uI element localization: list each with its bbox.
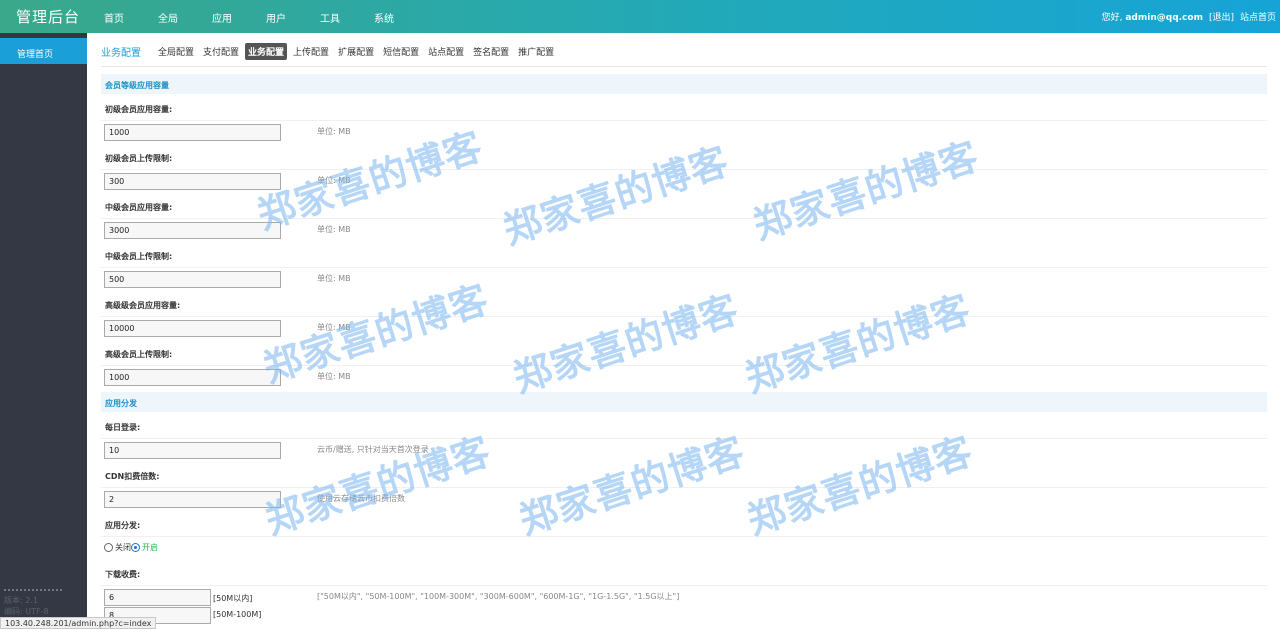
sidebar-divider [4, 589, 62, 591]
tab-site[interactable]: 站点配置 [425, 43, 467, 60]
row-divider [101, 536, 1267, 537]
greeting: 您好, [1101, 13, 1123, 23]
row-divider [101, 120, 1267, 121]
top-bar: 管理后台 首页 全局 应用 用户 工具 系统 您好, admin@qq.com … [0, 0, 1280, 33]
download-fee-input-1[interactable] [104, 589, 211, 606]
tab-divider [101, 66, 1267, 67]
field-hint: 单位: MB [317, 274, 351, 283]
username: admin@qq.com [1125, 13, 1203, 23]
field-label: 中级会员上传限制: [105, 252, 173, 261]
row-divider [101, 267, 1267, 268]
app-logo[interactable]: 管理后台 [16, 6, 80, 27]
field-hint: 单位: MB [317, 225, 351, 234]
radio-off[interactable] [104, 543, 113, 552]
download-fee-hint: ["50M以内", "50M-100M", "100M-300M", "300M… [317, 592, 680, 601]
field-label: 每日登录: [105, 423, 141, 432]
cdn-multiplier-input[interactable] [104, 491, 281, 508]
row-divider [101, 316, 1267, 317]
main-content: 业务配置 全局配置 支付配置 业务配置 上传配置 扩展配置 短信配置 站点配置 … [87, 33, 1280, 629]
row-divider [101, 365, 1267, 366]
field-hint: 使用云存储云币扣费倍数 [317, 494, 405, 503]
row-divider [101, 169, 1267, 170]
field-label: 初级会员应用容量: [105, 105, 173, 114]
field-label: 高级会员上传限制: [105, 350, 173, 359]
nav-global[interactable]: 全局 [158, 10, 212, 25]
nav-users[interactable]: 用户 [266, 10, 320, 25]
sidebar-item-dashboard[interactable]: 管理首页 [0, 38, 87, 64]
config-tabs: 业务配置 全局配置 支付配置 业务配置 上传配置 扩展配置 短信配置 站点配置 … [101, 43, 560, 60]
download-fee-tag: [50M-100M] [213, 610, 262, 619]
tab-promotion[interactable]: 推广配置 [515, 43, 557, 60]
tab-payment[interactable]: 支付配置 [200, 43, 242, 60]
nav-system[interactable]: 系统 [374, 10, 428, 25]
field-label: 中级会员应用容量: [105, 203, 173, 212]
nav-tools[interactable]: 工具 [320, 10, 374, 25]
radio-off-label[interactable]: 关闭 [115, 542, 131, 553]
field-hint: 单位: MB [317, 372, 351, 381]
version-info: 版本: 2.1 [4, 596, 38, 605]
sidebar: 管理首页 版本: 2.1 编码: UTF-8 [0, 33, 87, 629]
user-area: 您好, admin@qq.com [退出] 站点首页 [1102, 10, 1276, 23]
field-label: 下载收费: [105, 570, 141, 579]
row-divider [101, 438, 1267, 439]
section-member-capacity: 会员等级应用容量 [101, 74, 1267, 94]
tab-business[interactable]: 业务配置 [245, 43, 288, 60]
daily-login-input[interactable] [104, 442, 281, 459]
tab-extension[interactable]: 扩展配置 [335, 43, 377, 60]
field-label: 应用分发: [105, 521, 141, 530]
tab-signature[interactable]: 签名配置 [470, 43, 512, 60]
radio-on[interactable] [131, 543, 140, 552]
site-home-link[interactable]: 站点首页 [1240, 10, 1276, 23]
mid-upload-input[interactable] [104, 271, 281, 288]
basic-upload-input[interactable] [104, 173, 281, 190]
tab-business-config-title[interactable]: 业务配置 [101, 44, 141, 59]
mid-capacity-input[interactable] [104, 222, 281, 239]
section-distribution: 应用分发 [101, 392, 1267, 412]
radio-on-label[interactable]: 开启 [142, 542, 158, 553]
tab-upload[interactable]: 上传配置 [290, 43, 332, 60]
field-hint: 云币/赠送, 只针对当天首次登录 [317, 445, 429, 454]
basic-capacity-input[interactable] [104, 124, 281, 141]
field-hint: 单位: MB [317, 176, 351, 185]
advanced-upload-input[interactable] [104, 369, 281, 386]
encoding-info: 编码: UTF-8 [4, 607, 49, 616]
field-hint: 单位: MB [317, 127, 351, 136]
field-hint: 单位: MB [317, 323, 351, 332]
sidebar-info: 版本: 2.1 编码: UTF-8 [4, 595, 49, 617]
field-label: 初级会员上传限制: [105, 154, 173, 163]
status-url: 103.40.248.201/admin.php?c=index [0, 617, 157, 629]
top-nav: 首页 全局 应用 用户 工具 系统 [104, 10, 428, 25]
nav-home[interactable]: 首页 [104, 10, 158, 25]
advanced-capacity-input[interactable] [104, 320, 281, 337]
download-fee-tag: [50M以内] [213, 594, 253, 603]
logout-link[interactable]: [退出] [1209, 10, 1234, 23]
app-dist-radio-group: 关闭 开启 [104, 542, 158, 553]
row-divider [101, 585, 1267, 586]
field-label: CDN扣费倍数: [105, 472, 160, 481]
tab-global[interactable]: 全局配置 [155, 43, 197, 60]
row-divider [101, 487, 1267, 488]
row-divider [101, 218, 1267, 219]
field-label: 高级级会员应用容量: [105, 301, 181, 310]
nav-apps[interactable]: 应用 [212, 10, 266, 25]
tab-sms[interactable]: 短信配置 [380, 43, 422, 60]
